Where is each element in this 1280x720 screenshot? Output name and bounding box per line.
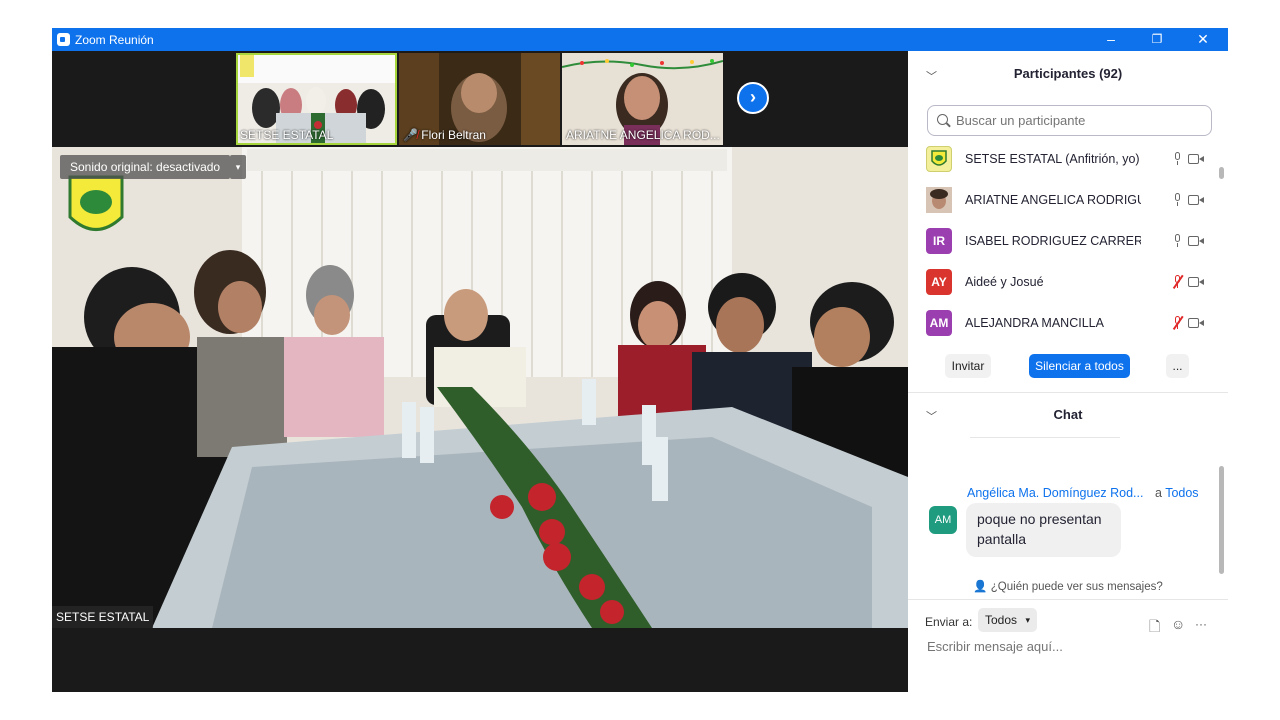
send-to-dropdown[interactable]: Todos ▾ — [978, 608, 1037, 632]
thumbnail-name-text: Flori Beltran — [421, 128, 486, 142]
mic-icon[interactable] — [1173, 234, 1181, 247]
chevron-right-icon: › — [750, 87, 756, 107]
participant-search-input[interactable] — [954, 112, 1204, 129]
participant-name: ARIATNE ANGELICA RODRIGUE... — [965, 193, 1141, 207]
chat-sender[interactable]: Angélica Ma. Domínguez Rod... — [967, 486, 1143, 500]
main-speaker-name: SETSE ESTATAL — [52, 606, 154, 628]
main-video-image — [52, 147, 908, 628]
mic-muted-icon[interactable] — [1173, 275, 1181, 288]
thumbnail-name: SETSE ESTATAL — [240, 128, 334, 142]
mic-muted-icon: 🎤̸ — [403, 128, 418, 142]
window-title: Zoom Reunión — [75, 33, 154, 47]
chat-divider — [970, 437, 1120, 438]
participants-scrollbar[interactable] — [1219, 167, 1224, 363]
who-can-see-text: ¿Quién puede ver sus mensajes? — [990, 581, 1163, 593]
camera-icon[interactable] — [1188, 318, 1205, 328]
sound-options-caret[interactable]: ▾ — [230, 155, 246, 179]
invite-button[interactable]: Invitar — [945, 354, 991, 378]
camera-icon[interactable] — [1188, 277, 1205, 287]
zoom-window: Zoom Reunión – ❐ ✕ SETSE ESTATAL 🎤̸ Flor… — [52, 28, 1228, 692]
restore-button[interactable]: ❐ — [1134, 28, 1180, 51]
mute-all-button[interactable]: Silenciar a todos — [1029, 354, 1130, 378]
main-video: Sonido original: desactivado ▾ SETSE EST… — [52, 147, 908, 628]
thumbnail-strip: SETSE ESTATAL 🎤̸ Flori Beltran ARIATNE A… — [52, 51, 908, 147]
mic-icon[interactable] — [1173, 193, 1181, 206]
participant-row[interactable]: ARIATNE ANGELICA RODRIGUE... — [926, 183, 1206, 219]
participants-header: Participantes (92) — [1013, 66, 1123, 81]
avatar — [926, 187, 952, 213]
mic-icon[interactable] — [1173, 152, 1181, 165]
participant-name: Aideé y Josué — [965, 275, 1044, 289]
emoji-icon[interactable]: ☺ — [1171, 616, 1185, 632]
participant-name: SETSE ESTATAL (Anfitrión, yo) — [965, 152, 1140, 166]
chat-recipient: a Todos — [1155, 486, 1199, 500]
chat-recipient-name: Todos — [1165, 486, 1199, 500]
send-to-value: Todos — [985, 613, 1018, 627]
zoom-logo-icon — [57, 33, 70, 46]
section-divider — [908, 392, 1228, 393]
more-options-button[interactable]: ... — [1166, 354, 1189, 378]
chat-recipient-prefix: a — [1155, 486, 1162, 500]
video-area: SETSE ESTATAL 🎤̸ Flori Beltran ARIATNE A… — [52, 51, 908, 692]
photo-avatar-image — [926, 187, 952, 213]
participant-row[interactable]: IR ISABEL RODRIGUEZ CARRERA — [926, 224, 1206, 260]
next-page-button[interactable]: › — [737, 82, 769, 114]
chat-header: Chat — [1053, 407, 1083, 422]
participant-row[interactable]: AY Aideé y Josué — [926, 265, 1206, 301]
chat-scrollbar[interactable] — [1219, 466, 1224, 574]
thumbnail-video[interactable]: 🎤̸ Flori Beltran — [399, 53, 560, 145]
participant-name: ISABEL RODRIGUEZ CARRERA — [965, 234, 1141, 248]
thumbnail-name: ARIATNE ANGELICA ROD... — [566, 128, 720, 142]
close-button[interactable]: ✕ — [1180, 28, 1226, 51]
mic-muted-icon[interactable] — [1173, 316, 1181, 329]
minimize-button[interactable]: – — [1088, 28, 1134, 51]
logo-avatar-image — [931, 150, 947, 166]
thumbnail-video[interactable]: SETSE ESTATAL — [236, 53, 397, 145]
avatar: AY — [926, 269, 952, 295]
avatar: IR — [926, 228, 952, 254]
avatar — [926, 146, 952, 172]
original-sound-toggle[interactable]: Sonido original: desactivado — [60, 155, 231, 179]
more-icon[interactable]: ··· — [1195, 617, 1207, 631]
camera-icon[interactable] — [1188, 236, 1205, 246]
participant-row[interactable]: SETSE ESTATAL (Anfitrión, yo) — [926, 142, 1206, 178]
participant-row[interactable]: AM ALEJANDRA MANCILLA — [926, 306, 1206, 342]
camera-icon[interactable] — [1188, 195, 1205, 205]
thumbnail-video[interactable]: ARIATNE ANGELICA ROD... — [562, 53, 723, 145]
chevron-down-icon: ▾ — [1025, 615, 1030, 625]
search-icon — [937, 114, 948, 125]
side-panel: ﹀ Participantes (92) SETSE ESTATAL (Anfi… — [908, 51, 1228, 692]
send-to-label: Enviar a: — [925, 615, 973, 629]
avatar: AM — [926, 310, 952, 336]
person-info-icon: 👤 — [973, 581, 988, 593]
participant-search[interactable] — [927, 105, 1212, 136]
chat-message-bubble: poque no presentan pantalla — [966, 503, 1121, 557]
camera-icon[interactable] — [1188, 154, 1205, 164]
title-bar: Zoom Reunión – ❐ ✕ — [52, 28, 1228, 51]
thumbnail-name: 🎤̸ Flori Beltran — [403, 128, 486, 142]
chat-message-input[interactable] — [925, 635, 1215, 657]
section-divider — [908, 599, 1228, 600]
participant-name: ALEJANDRA MANCILLA — [965, 316, 1104, 330]
avatar: AM — [929, 506, 957, 534]
who-can-see-link[interactable]: 👤 ¿Quién puede ver sus mensajes? — [908, 579, 1228, 593]
